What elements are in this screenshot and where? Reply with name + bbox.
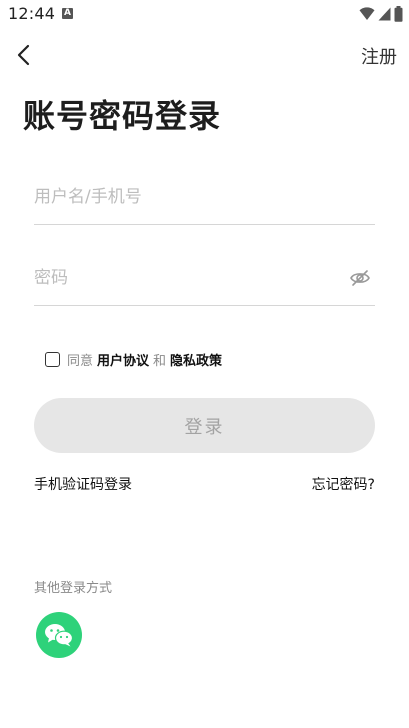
user-agreement-link[interactable]: 用户协议 [97,350,149,369]
username-field [34,172,375,225]
sms-login-link[interactable]: 手机验证码登录 [34,474,132,494]
other-login-label: 其他登录方式 [34,581,113,596]
eye-hidden-icon [350,270,370,286]
agreement-checkbox[interactable] [45,351,60,367]
status-time: 12:44 [8,4,56,23]
password-input[interactable] [34,263,334,293]
agreement-prefix: 同意 [67,353,94,369]
username-input[interactable] [34,182,334,212]
status-bar: 12:44 A [0,0,409,28]
chevron-left-icon [17,44,30,66]
wechat-login-button[interactable] [36,612,82,658]
wifi-icon [359,7,375,20]
page-title: 账号密码登录 [23,97,222,135]
agreement-conjunction: 和 [153,353,167,369]
password-visibility-toggle[interactable] [349,268,371,288]
notification-badge: A [62,8,73,19]
battery-icon [394,6,403,22]
signal-icon [378,7,391,21]
wechat-icon [45,624,74,647]
register-button[interactable]: 注册 [361,43,397,69]
login-button[interactable]: 登录 [34,398,375,453]
agreement-row: 同意 用户协议 和 隐私政策 [45,349,226,369]
system-icons [359,6,403,22]
forgot-password-link[interactable]: 忘记密码? [312,474,375,494]
back-button[interactable] [14,42,36,68]
password-field [34,253,375,306]
privacy-policy-link[interactable]: 隐私政策 [170,350,222,369]
